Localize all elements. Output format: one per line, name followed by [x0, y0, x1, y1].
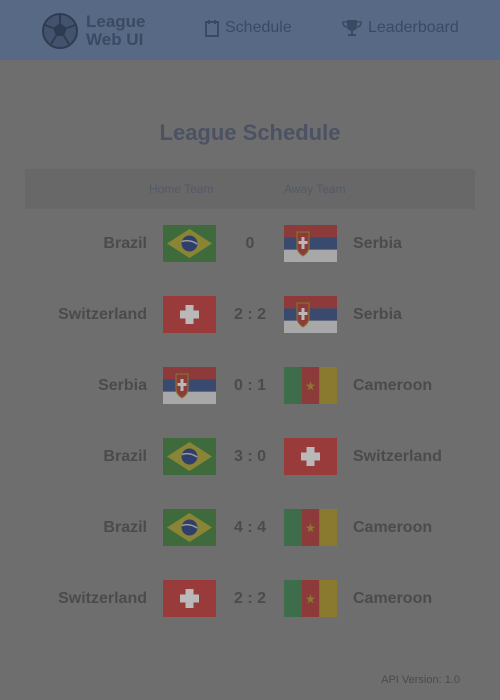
home-team-name: Serbia: [98, 377, 147, 394]
page-title: League Schedule: [159, 120, 341, 145]
home-team-name: Brazil: [103, 235, 147, 252]
match-score: 2 : 2: [233, 306, 266, 323]
table-row[interactable]: Brazil 0 Serbia: [25, 209, 475, 280]
table-row[interactable]: Serbia 0 : 1 Cameroon: [25, 351, 475, 422]
table-row[interactable]: Switzerland 2 : 2 Cameroon: [25, 564, 475, 635]
away-team-name: Cameroon: [353, 377, 433, 394]
brazil-flag-icon: [163, 438, 216, 475]
top-navbar: League Web UI Schedule Leaderboard: [0, 0, 500, 60]
switzerland-flag-icon: [284, 438, 337, 475]
switzerland-flag-icon: [163, 296, 216, 333]
nav-leaderboard[interactable]: Leaderboard: [342, 19, 459, 37]
brazil-flag-icon: [163, 225, 216, 262]
column-home-team: Home Team: [149, 182, 214, 196]
cameroon-flag-icon: [284, 509, 337, 546]
match-score: 0 : 1: [233, 377, 266, 394]
match-score: 4 : 4: [233, 519, 266, 536]
logo-text: League Web UI: [86, 13, 146, 49]
brazil-flag-icon: [163, 509, 216, 546]
trophy-icon: [342, 20, 362, 36]
serbia-flag-icon: [284, 225, 337, 262]
serbia-flag-icon: [163, 367, 216, 404]
home-team-name: Switzerland: [58, 590, 147, 607]
away-team-name: Cameroon: [353, 519, 433, 536]
table-row[interactable]: Brazil 3 : 0 Switzerland: [25, 422, 475, 493]
logo-line2: Web UI: [86, 30, 144, 49]
logo-line1: League: [86, 12, 146, 31]
page: League Web UI Schedule Leaderboard Leagu: [0, 0, 500, 700]
soccer-ball-icon: [42, 13, 78, 49]
cameroon-flag-icon: [284, 580, 337, 617]
match-score: 3 : 0: [233, 448, 266, 465]
nav-schedule-label: Schedule: [225, 19, 292, 36]
away-team-name: Switzerland: [353, 448, 442, 465]
home-team-name: Switzerland: [58, 306, 147, 323]
column-away-team: Away Team: [284, 182, 346, 196]
table-row[interactable]: Switzerland 2 : 2 Serbia: [25, 280, 475, 351]
serbia-flag-icon: [284, 296, 337, 333]
switzerland-flag-icon: [163, 580, 216, 617]
away-team-name: Serbia: [353, 306, 402, 323]
home-team-name: Brazil: [103, 448, 147, 465]
away-team-name: Cameroon: [353, 590, 433, 607]
home-team-name: Brazil: [103, 519, 147, 536]
match-score: 0: [245, 235, 255, 252]
nav-leaderboard-label: Leaderboard: [368, 19, 459, 36]
schedule-table: Home Team Away Team Brazil 0 Serbia Switzer…: [25, 169, 475, 635]
cameroon-flag-icon: [284, 367, 337, 404]
nav-schedule[interactable]: Schedule: [205, 19, 292, 37]
table-row[interactable]: Brazil 4 : 4 Cameroon: [25, 493, 475, 564]
table-header: Home Team Away Team: [25, 169, 475, 209]
api-version: API Version: 1.0: [381, 674, 460, 686]
table-body: Brazil 0 Serbia Switzerland 2 : 2 Serbia Serbi…: [25, 209, 475, 635]
away-team-name: Serbia: [353, 235, 402, 252]
calendar-icon: [205, 20, 219, 37]
match-score: 2 : 2: [233, 590, 266, 607]
app-logo[interactable]: League Web UI: [40, 9, 150, 53]
